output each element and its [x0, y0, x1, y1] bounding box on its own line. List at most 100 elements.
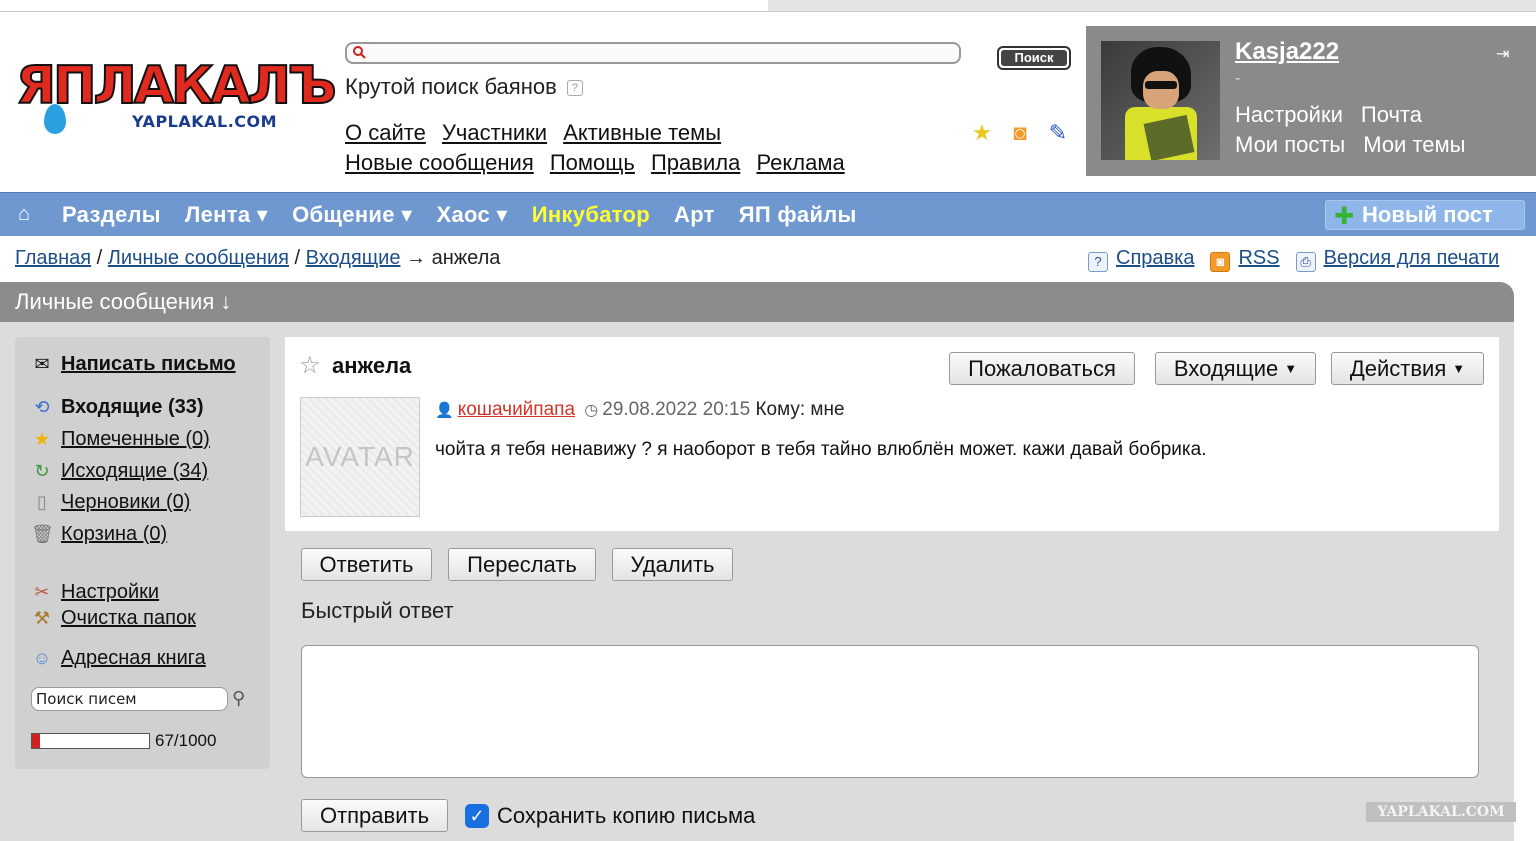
folder-outbox[interactable]: ↻ Исходящие (34) [31, 460, 208, 483]
compose-link[interactable]: Написать письмо [61, 353, 236, 375]
folder-outbox-label[interactable]: Исходящие (34) [61, 460, 208, 482]
nav-link-rules[interactable]: Правила [651, 150, 740, 175]
navbar-item-sections[interactable]: Разделы [62, 202, 161, 228]
section-header[interactable]: Личные сообщения ↓ [0, 282, 1514, 322]
cleanup-item[interactable]: ⚒ Очистка папок [31, 607, 196, 630]
folder-trash[interactable]: 🗑 Корзина (0) [31, 523, 167, 546]
pencil-icon[interactable]: ✎ [1046, 120, 1070, 146]
clock-icon: ◷ [584, 402, 599, 419]
reply-button[interactable]: Ответить [301, 548, 432, 581]
folder-trash-label[interactable]: Корзина (0) [61, 523, 167, 545]
nav-link-help[interactable]: Помощь [550, 150, 635, 175]
top-nav-row-1: О сайте Участники Активные темы [345, 118, 855, 148]
message-datetime: 29.08.2022 20:15 [602, 399, 751, 420]
save-copy-label: Сохранить копию письма [497, 803, 756, 828]
new-post-button[interactable]: ✚ Новый пост [1325, 200, 1525, 230]
settings-link[interactable]: Настройки [61, 581, 159, 603]
user-avatar[interactable] [1101, 41, 1220, 160]
sender-avatar: AVATAR [300, 397, 420, 517]
navbar-item-chaos[interactable]: Хаос ▾ [437, 202, 508, 228]
logout-icon[interactable]: ⇥ [1496, 44, 1509, 64]
help-tool[interactable]: ? Справка [1088, 247, 1194, 272]
envelope-icon: ✉ [34, 354, 50, 374]
inbox-icon: ⟲ [34, 397, 50, 417]
site-logo[interactable]: ЯПЛАКАЛЪ YAPLAKAL.COM [15, 59, 338, 136]
search-hint-text: Крутой поиск баянов [345, 74, 557, 99]
rss-tool[interactable]: ◙ RSS [1210, 247, 1280, 272]
header-icons: ★ ◙ ✎ [970, 120, 1070, 146]
magnifier-icon[interactable]: ⚲ [232, 688, 245, 709]
user-link-my-topics[interactable]: Мои темы [1363, 130, 1465, 160]
search-button[interactable]: Поиск [997, 46, 1071, 70]
breadcrumb-inbox[interactable]: Входящие [306, 247, 401, 269]
forward-button[interactable]: Переслать [448, 548, 596, 581]
contacts-icon: ☺ [32, 648, 52, 668]
user-link-settings[interactable]: Настройки [1235, 100, 1343, 130]
folder-inbox[interactable]: ⟲ Входящие (33) [31, 396, 204, 419]
nav-link-new-messages[interactable]: Новые сообщения [345, 150, 534, 175]
outbox-icon: ↻ [34, 461, 50, 481]
folder-drafts[interactable]: ▯ Черновики (0) [31, 491, 190, 514]
user-icon: 👤 [435, 402, 454, 419]
quota-fill [32, 734, 40, 748]
delete-button[interactable]: Удалить [612, 548, 733, 581]
quick-reply-title: Быстрый ответ [301, 598, 454, 623]
breadcrumb: Главная / Личные сообщения / Входящие → … [15, 247, 501, 269]
message-subject: анжела [332, 353, 412, 378]
navbar-item-files[interactable]: ЯП файлы [739, 202, 857, 228]
home-icon[interactable]: ⌂ [18, 203, 30, 226]
tools-icon: ✂ [34, 582, 50, 602]
logo-domain: YAPLAKAL.COM [132, 112, 278, 131]
print-tool[interactable]: ⎙ Версия для печати [1295, 247, 1499, 272]
folder-drafts-label[interactable]: Черновики (0) [61, 491, 190, 513]
search-icon [353, 46, 366, 59]
actions-dropdown[interactable]: Действия ▼ [1331, 352, 1484, 385]
nav-link-active-topics[interactable]: Активные темы [563, 120, 721, 145]
report-button[interactable]: Пожаловаться [949, 352, 1135, 385]
navbar-items: Разделы Лента ▾ Общение ▾ Хаос ▾ Инкубат… [62, 202, 857, 228]
star-outline-icon[interactable]: ☆ [299, 351, 321, 380]
nav-link-about[interactable]: О сайте [345, 120, 426, 145]
breadcrumb-private-messages[interactable]: Личные сообщения [108, 247, 289, 269]
browser-top-strip [0, 0, 1536, 12]
navbar-item-communication[interactable]: Общение ▾ [292, 202, 412, 228]
move-to-folder-dropdown[interactable]: Входящие ▼ [1155, 352, 1316, 385]
logo-drop-icon [44, 104, 66, 134]
pm-sidebar: ✉ Написать письмо ⟲ Входящие (33) ★ Помечен… [15, 337, 270, 769]
addressbook-item[interactable]: ☺ Адресная книга [31, 647, 206, 670]
cleanup-link[interactable]: Очистка папок [61, 607, 196, 629]
nav-link-members[interactable]: Участники [442, 120, 547, 145]
help-icon[interactable]: ? [566, 80, 583, 97]
logo-wordmark: ЯПЛАКАЛЪ [15, 56, 338, 116]
folder-starred[interactable]: ★ Помеченные (0) [31, 428, 210, 451]
broom-icon: ⚒ [33, 608, 51, 628]
navbar-item-art[interactable]: Арт [674, 202, 715, 228]
save-copy-checkbox[interactable]: ✓ [465, 804, 489, 828]
folder-starred-label[interactable]: Помеченные (0) [61, 428, 210, 450]
author-link[interactable]: кошачийпапа [458, 399, 575, 420]
site-search-input[interactable] [369, 44, 954, 62]
star-icon: ★ [33, 429, 51, 449]
star-add-icon[interactable]: ★ [970, 120, 994, 146]
send-button[interactable]: Отправить [301, 799, 448, 832]
username-link[interactable]: Kasja222 [1235, 38, 1339, 66]
rss-icon[interactable]: ◙ [1008, 120, 1032, 146]
site-search-box[interactable] [345, 42, 961, 64]
settings-item[interactable]: ✂ Настройки [31, 581, 159, 604]
breadcrumb-home[interactable]: Главная [15, 247, 91, 269]
quick-reply-textarea[interactable] [301, 645, 1479, 778]
navbar-item-feed[interactable]: Лента ▾ [185, 202, 268, 228]
folder-inbox-label: Входящие (33) [61, 396, 204, 418]
navbar-item-incubator[interactable]: Инкубатор [532, 202, 650, 228]
addressbook-link[interactable]: Адресная книга [61, 647, 206, 669]
message-card: ☆ анжела Пожаловаться Входящие ▼ Действия… [285, 337, 1499, 531]
browser-tab-area [768, 0, 1536, 11]
compose-item[interactable]: ✉ Написать письмо [31, 353, 236, 376]
user-link-mail[interactable]: Почта [1361, 100, 1422, 130]
user-link-my-posts[interactable]: Мои посты [1235, 130, 1345, 160]
nav-link-ads[interactable]: Реклама [756, 150, 844, 175]
save-copy-option[interactable]: ✓ Сохранить копию письма [465, 803, 755, 829]
user-panel: Kasja222 - ⇥ Настройки Почта Мои посты Мои… [1086, 26, 1536, 176]
mail-search-input[interactable]: Поиск писем [31, 687, 228, 711]
main-navbar: ⌂ Разделы Лента ▾ Общение ▾ Хаос ▾ Инкуб… [0, 192, 1536, 236]
